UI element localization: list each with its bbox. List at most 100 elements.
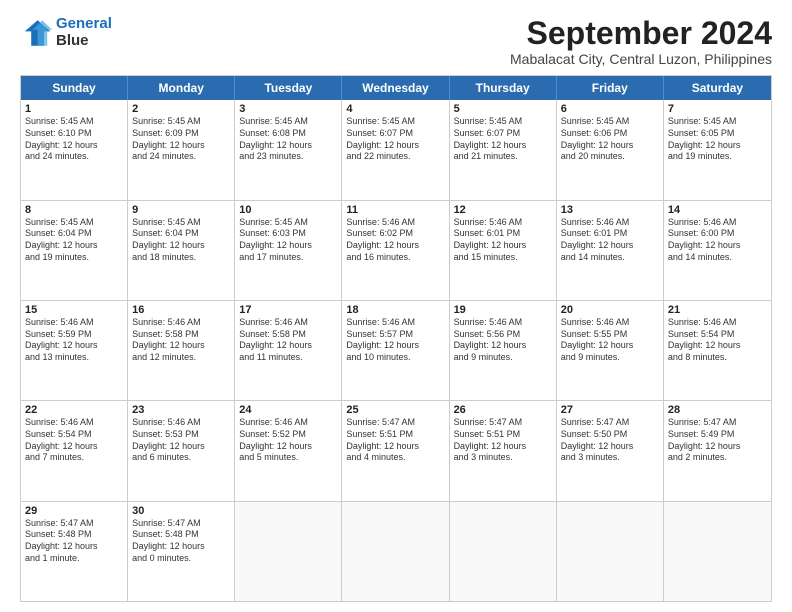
day-number: 14 <box>668 204 767 216</box>
header-day-tuesday: Tuesday <box>235 76 342 100</box>
day-number: 3 <box>239 103 337 115</box>
day-number: 10 <box>239 204 337 216</box>
calendar-cell <box>450 502 557 601</box>
calendar-cell <box>342 502 449 601</box>
logo-icon <box>20 17 52 49</box>
calendar-row-2: 8 Sunrise: 5:45 AM Sunset: 6:04 PM Daylig… <box>21 200 771 300</box>
cell-info: Sunrise: 5:47 AM Sunset: 5:50 PM Dayligh… <box>561 417 659 464</box>
header-day-friday: Friday <box>557 76 664 100</box>
calendar-cell: 23Sunrise: 5:46 AM Sunset: 5:53 PM Dayli… <box>128 401 235 500</box>
cell-info: Sunrise: 5:46 AM Sunset: 6:01 PM Dayligh… <box>454 217 552 264</box>
calendar-cell: 17Sunrise: 5:46 AM Sunset: 5:58 PM Dayli… <box>235 301 342 400</box>
day-number: 4 <box>346 103 444 115</box>
header-day-saturday: Saturday <box>664 76 771 100</box>
cell-info: Sunrise: 5:45 AM Sunset: 6:05 PM Dayligh… <box>668 116 767 163</box>
calendar-cell: 9Sunrise: 5:45 AM Sunset: 6:04 PM Daylig… <box>128 201 235 300</box>
header-day-wednesday: Wednesday <box>342 76 449 100</box>
header-day-sunday: Sunday <box>21 76 128 100</box>
day-number: 30 <box>132 505 230 517</box>
calendar-row-1: 1Sunrise: 5:45 AM Sunset: 6:10 PM Daylig… <box>21 100 771 199</box>
day-number: 17 <box>239 304 337 316</box>
calendar: SundayMondayTuesdayWednesdayThursdayFrid… <box>20 75 772 602</box>
calendar-body: 1Sunrise: 5:45 AM Sunset: 6:10 PM Daylig… <box>21 100 771 601</box>
calendar-cell: 30Sunrise: 5:47 AM Sunset: 5:48 PM Dayli… <box>128 502 235 601</box>
cell-info: Sunrise: 5:47 AM Sunset: 5:48 PM Dayligh… <box>132 518 230 565</box>
cell-info: Sunrise: 5:46 AM Sunset: 5:57 PM Dayligh… <box>346 317 444 364</box>
day-number: 27 <box>561 404 659 416</box>
calendar-row-3: 15Sunrise: 5:46 AM Sunset: 5:59 PM Dayli… <box>21 300 771 400</box>
cell-info: Sunrise: 5:47 AM Sunset: 5:48 PM Dayligh… <box>25 518 123 565</box>
calendar-cell: 25Sunrise: 5:47 AM Sunset: 5:51 PM Dayli… <box>342 401 449 500</box>
calendar-cell: 14Sunrise: 5:46 AM Sunset: 6:00 PM Dayli… <box>664 201 771 300</box>
calendar-cell: 27Sunrise: 5:47 AM Sunset: 5:50 PM Dayli… <box>557 401 664 500</box>
day-number: 20 <box>561 304 659 316</box>
day-number: 21 <box>668 304 767 316</box>
day-number: 8 <box>25 204 123 216</box>
day-number: 24 <box>239 404 337 416</box>
day-number: 1 <box>25 103 123 115</box>
calendar-cell: 10Sunrise: 5:45 AM Sunset: 6:03 PM Dayli… <box>235 201 342 300</box>
calendar-cell: 22Sunrise: 5:46 AM Sunset: 5:54 PM Dayli… <box>21 401 128 500</box>
calendar-cell: 1Sunrise: 5:45 AM Sunset: 6:10 PM Daylig… <box>21 100 128 199</box>
calendar-cell: 2Sunrise: 5:45 AM Sunset: 6:09 PM Daylig… <box>128 100 235 199</box>
day-number: 13 <box>561 204 659 216</box>
day-number: 16 <box>132 304 230 316</box>
calendar-cell: 5Sunrise: 5:45 AM Sunset: 6:07 PM Daylig… <box>450 100 557 199</box>
day-number: 18 <box>346 304 444 316</box>
cell-info: Sunrise: 5:47 AM Sunset: 5:51 PM Dayligh… <box>346 417 444 464</box>
cell-info: Sunrise: 5:47 AM Sunset: 5:51 PM Dayligh… <box>454 417 552 464</box>
day-number: 9 <box>132 204 230 216</box>
cell-info: Sunrise: 5:45 AM Sunset: 6:09 PM Dayligh… <box>132 116 230 163</box>
cell-info: Sunrise: 5:46 AM Sunset: 5:54 PM Dayligh… <box>668 317 767 364</box>
calendar-cell: 6Sunrise: 5:45 AM Sunset: 6:06 PM Daylig… <box>557 100 664 199</box>
calendar-cell: 26Sunrise: 5:47 AM Sunset: 5:51 PM Dayli… <box>450 401 557 500</box>
logo-text: General Blue <box>56 16 112 49</box>
calendar-cell: 29Sunrise: 5:47 AM Sunset: 5:48 PM Dayli… <box>21 502 128 601</box>
cell-info: Sunrise: 5:45 AM Sunset: 6:04 PM Dayligh… <box>132 217 230 264</box>
calendar-row-4: 22Sunrise: 5:46 AM Sunset: 5:54 PM Dayli… <box>21 400 771 500</box>
calendar-cell: 18Sunrise: 5:46 AM Sunset: 5:57 PM Dayli… <box>342 301 449 400</box>
calendar-cell: 24Sunrise: 5:46 AM Sunset: 5:52 PM Dayli… <box>235 401 342 500</box>
day-number: 23 <box>132 404 230 416</box>
day-number: 26 <box>454 404 552 416</box>
day-number: 19 <box>454 304 552 316</box>
day-number: 29 <box>25 505 123 517</box>
cell-info: Sunrise: 5:46 AM Sunset: 5:56 PM Dayligh… <box>454 317 552 364</box>
day-number: 11 <box>346 204 444 216</box>
cell-info: Sunrise: 5:46 AM Sunset: 5:54 PM Dayligh… <box>25 417 123 464</box>
title-block: September 2024 Mabalacat City, Central L… <box>510 16 772 67</box>
calendar-cell <box>664 502 771 601</box>
cell-info: Sunrise: 5:46 AM Sunset: 5:55 PM Dayligh… <box>561 317 659 364</box>
calendar-cell <box>235 502 342 601</box>
day-number: 12 <box>454 204 552 216</box>
header-day-thursday: Thursday <box>450 76 557 100</box>
page: General Blue September 2024 Mabalacat Ci… <box>0 0 792 612</box>
day-number: 6 <box>561 103 659 115</box>
cell-info: Sunrise: 5:46 AM Sunset: 6:02 PM Dayligh… <box>346 217 444 264</box>
header: General Blue September 2024 Mabalacat Ci… <box>20 16 772 67</box>
cell-info: Sunrise: 5:46 AM Sunset: 5:58 PM Dayligh… <box>132 317 230 364</box>
day-number: 7 <box>668 103 767 115</box>
cell-info: Sunrise: 5:46 AM Sunset: 6:01 PM Dayligh… <box>561 217 659 264</box>
cell-info: Sunrise: 5:46 AM Sunset: 5:52 PM Dayligh… <box>239 417 337 464</box>
calendar-cell: 15Sunrise: 5:46 AM Sunset: 5:59 PM Dayli… <box>21 301 128 400</box>
logo: General Blue <box>20 16 112 49</box>
calendar-cell: 4Sunrise: 5:45 AM Sunset: 6:07 PM Daylig… <box>342 100 449 199</box>
calendar-cell: 7Sunrise: 5:45 AM Sunset: 6:05 PM Daylig… <box>664 100 771 199</box>
header-day-monday: Monday <box>128 76 235 100</box>
calendar-cell: 8Sunrise: 5:45 AM Sunset: 6:04 PM Daylig… <box>21 201 128 300</box>
cell-info: Sunrise: 5:46 AM Sunset: 6:00 PM Dayligh… <box>668 217 767 264</box>
page-title: September 2024 <box>510 16 772 51</box>
calendar-cell: 3Sunrise: 5:45 AM Sunset: 6:08 PM Daylig… <box>235 100 342 199</box>
cell-info: Sunrise: 5:45 AM Sunset: 6:08 PM Dayligh… <box>239 116 337 163</box>
day-number: 28 <box>668 404 767 416</box>
calendar-header: SundayMondayTuesdayWednesdayThursdayFrid… <box>21 76 771 100</box>
calendar-cell: 20Sunrise: 5:46 AM Sunset: 5:55 PM Dayli… <box>557 301 664 400</box>
cell-info: Sunrise: 5:45 AM Sunset: 6:06 PM Dayligh… <box>561 116 659 163</box>
day-number: 25 <box>346 404 444 416</box>
calendar-cell: 11Sunrise: 5:46 AM Sunset: 6:02 PM Dayli… <box>342 201 449 300</box>
calendar-cell: 16Sunrise: 5:46 AM Sunset: 5:58 PM Dayli… <box>128 301 235 400</box>
calendar-cell: 28Sunrise: 5:47 AM Sunset: 5:49 PM Dayli… <box>664 401 771 500</box>
cell-info: Sunrise: 5:45 AM Sunset: 6:10 PM Dayligh… <box>25 116 123 163</box>
cell-info: Sunrise: 5:46 AM Sunset: 5:53 PM Dayligh… <box>132 417 230 464</box>
